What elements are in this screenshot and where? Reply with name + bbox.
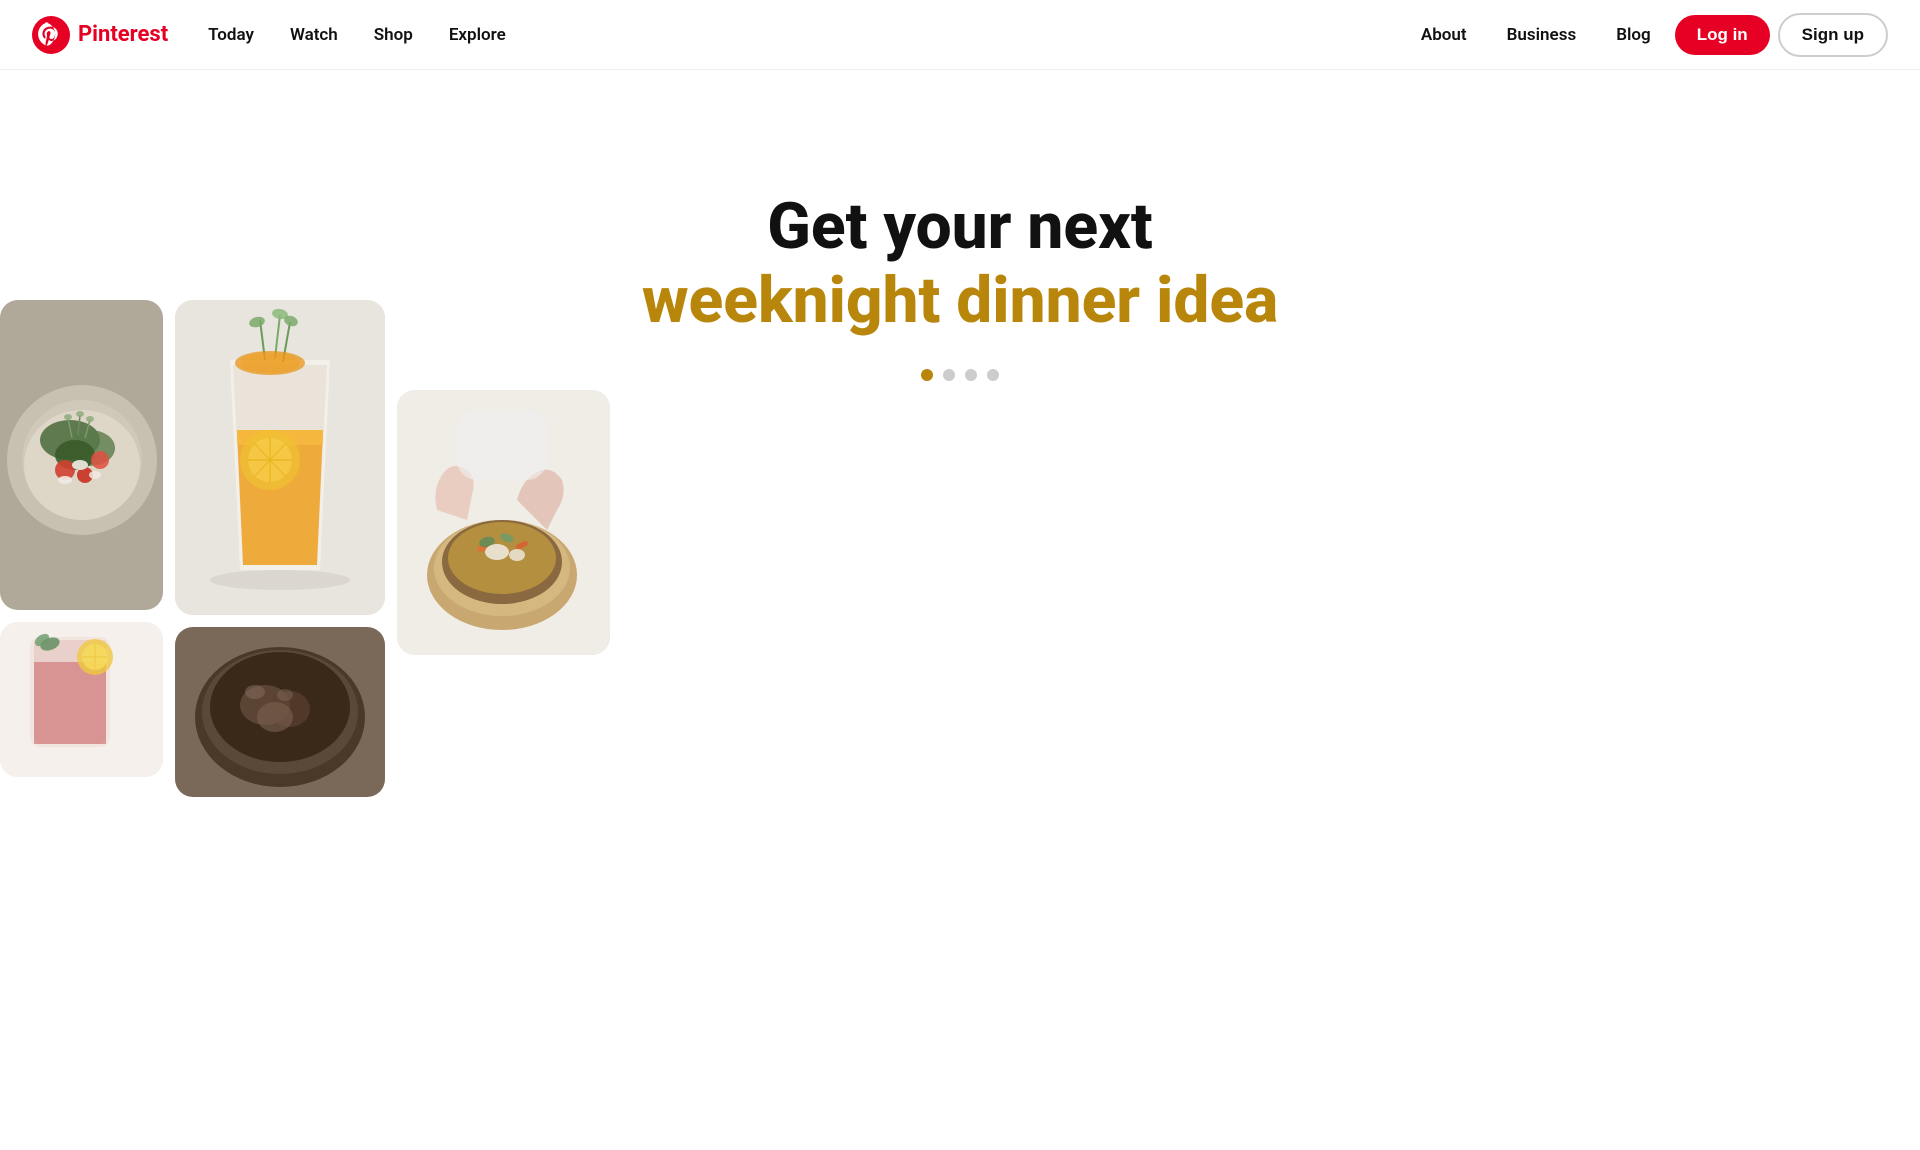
nav-right: About Business Blog Log in Sign up — [1405, 13, 1888, 57]
nav-blog[interactable]: Blog — [1600, 17, 1667, 53]
navbar: Pinterest Today Watch Shop Explore About… — [0, 0, 1920, 70]
food-image-pink-drink[interactable] — [0, 622, 163, 777]
nav-shop[interactable]: Shop — [358, 17, 429, 53]
hero-title-line2: weeknight dinner idea — [642, 264, 1278, 338]
nav-about[interactable]: About — [1405, 17, 1483, 53]
nav-today[interactable]: Today — [192, 17, 270, 53]
login-button[interactable]: Log in — [1675, 15, 1770, 55]
food-image-salad[interactable] — [0, 300, 163, 610]
logo-link[interactable]: Pinterest — [32, 16, 168, 54]
hero-section: Get your next weeknight dinner idea — [0, 70, 1920, 1080]
nav-business[interactable]: Business — [1491, 17, 1593, 53]
hero-title-line1: Get your next — [767, 190, 1153, 264]
collage-col-1 — [0, 300, 163, 797]
dot-3[interactable] — [965, 369, 977, 381]
image-collage — [0, 300, 640, 797]
pinterest-logo-icon — [32, 16, 70, 54]
food-image-dark[interactable] — [175, 627, 385, 797]
logo-text: Pinterest — [78, 22, 168, 47]
carousel-dots — [921, 369, 999, 381]
food-image-orange-drink[interactable] — [175, 300, 385, 615]
nav-left-links: Today Watch Shop Explore — [192, 17, 522, 53]
dot-4[interactable] — [987, 369, 999, 381]
signup-button[interactable]: Sign up — [1778, 13, 1888, 57]
nav-explore[interactable]: Explore — [433, 17, 522, 53]
collage-col-2 — [175, 300, 385, 797]
dot-1[interactable] — [921, 369, 933, 381]
food-image-cooking-hands[interactable] — [397, 390, 610, 655]
nav-watch[interactable]: Watch — [274, 17, 354, 53]
collage-col-3 — [397, 300, 610, 797]
dot-2[interactable] — [943, 369, 955, 381]
